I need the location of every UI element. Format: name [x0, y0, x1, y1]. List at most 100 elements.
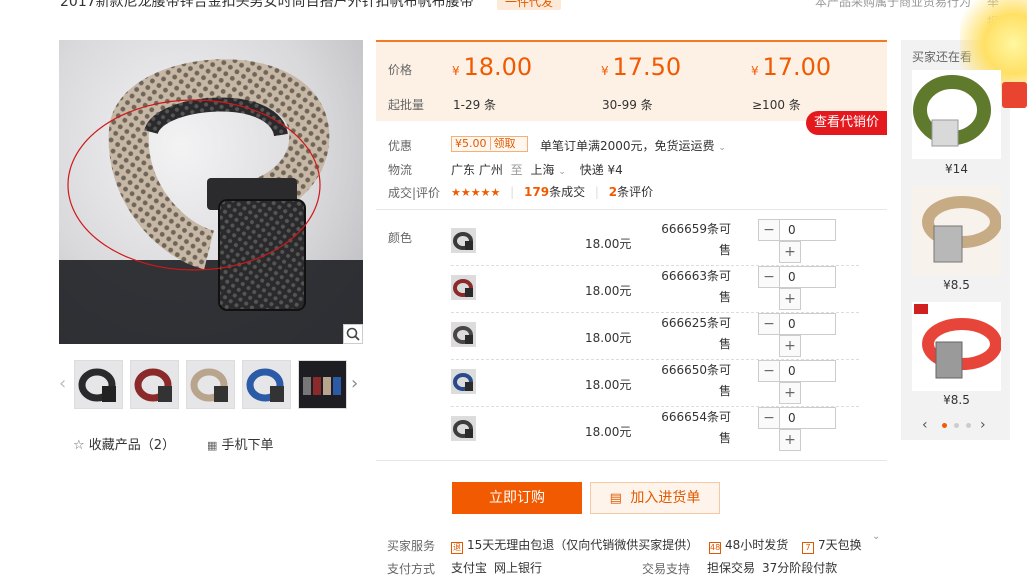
service-48h[interactable]: 48 48小时发货 — [709, 536, 788, 554]
thumb-prev-arrow[interactable]: ‹ — [59, 373, 66, 394]
quantity-input[interactable]: 0 — [779, 219, 836, 241]
sku-price: 18.00元 — [585, 237, 632, 251]
currency-symbol: ¥ — [751, 64, 759, 78]
deal-label: 成交|评价 — [388, 186, 441, 200]
quantity-minus-button[interactable]: − — [758, 266, 780, 288]
currency-symbol: ¥ — [452, 64, 460, 78]
reviews-count[interactable]: 2 — [609, 185, 617, 199]
quantity-plus-button[interactable]: + — [779, 241, 801, 263]
thumbnail-black[interactable] — [74, 360, 123, 409]
sku-thumbnail[interactable] — [451, 322, 476, 347]
rating-stars: ★★★★★ — [451, 186, 501, 199]
carousel-dot[interactable] — [966, 423, 971, 428]
quantity-input[interactable]: 0 — [779, 360, 836, 382]
related-item-price: ¥8.5 — [943, 278, 970, 292]
price-label: 价格 — [388, 63, 413, 77]
sku-price: 18.00元 — [585, 378, 632, 392]
chevron-down-icon: ⌄ — [718, 143, 726, 153]
add-to-cart-label: 加入进货单 — [630, 490, 701, 506]
trade-label: 交易支持 — [642, 562, 691, 576]
quantity-plus-button[interactable]: + — [779, 429, 801, 451]
payment-bank: 网上银行 — [494, 561, 543, 575]
carousel-dot[interactable] — [954, 423, 959, 428]
sku-thumbnail[interactable] — [451, 228, 476, 253]
qr-code-icon: ▦ — [207, 439, 218, 452]
quantity-input[interactable]: 0 — [779, 407, 836, 429]
exchange-icon: 7 — [802, 542, 814, 554]
deals-count[interactable]: 179 — [524, 185, 549, 199]
zoom-button[interactable] — [343, 324, 363, 344]
promo-text-wrap[interactable]: 单笔订单满2000元，免货运运费 ⌄ — [540, 137, 726, 154]
tier-range: ≥100 条 — [752, 98, 801, 112]
chevron-down-icon[interactable]: ⌄ — [558, 167, 566, 177]
mobile-order-button[interactable]: ▦ 手机下单 — [207, 434, 274, 453]
service-exchange[interactable]: 7 7天包换 — [802, 536, 862, 554]
favorite-button[interactable]: ☆ 收藏产品（2） — [73, 434, 175, 453]
quantity-plus-button[interactable]: + — [779, 288, 801, 310]
thumbnail-blue[interactable] — [242, 360, 291, 409]
carousel-dot-active[interactable] — [942, 423, 947, 428]
logistics-label: 物流 — [388, 163, 413, 177]
trade-note: 本产品采购属于商业贸易行为 — [815, 0, 972, 9]
divider — [376, 209, 887, 210]
order-now-button[interactable]: 立即订购 — [452, 482, 582, 514]
sidebar-next-arrow[interactable]: › — [980, 417, 986, 433]
price-value: 17.00 — [762, 53, 832, 81]
star-outline-icon: ☆ — [73, 438, 85, 453]
agent-price-button[interactable]: 查看代销价 — [806, 111, 887, 135]
related-item-image[interactable] — [912, 186, 1001, 275]
ship-from: 广东 广州 — [451, 163, 503, 177]
price-value: 17.50 — [612, 53, 682, 81]
quantity-minus-button[interactable]: − — [758, 360, 780, 382]
sku-thumbnail[interactable] — [451, 416, 476, 441]
price-tier-1: ¥ 18.00 — [452, 53, 532, 81]
service-return-text: 15天无理由包退（仅向代销微供买家提供） — [467, 538, 699, 552]
sku-price: 18.00元 — [585, 284, 632, 298]
thumb-next-arrow[interactable]: › — [351, 373, 358, 394]
chevron-down-icon[interactable]: ⌄ — [872, 531, 880, 542]
thumbnail-multi[interactable] — [298, 360, 347, 409]
currency-symbol: ¥ — [601, 64, 609, 78]
coupon-action: 领取 — [489, 137, 519, 150]
belt-illustration — [59, 59, 363, 344]
order-now-label: 立即订购 — [489, 490, 545, 506]
ship-to[interactable]: 上海 — [531, 163, 555, 177]
divider — [376, 460, 887, 461]
batch-label: 起批量 — [388, 98, 425, 112]
sku-price: 18.00元 — [585, 331, 632, 345]
coupon-button[interactable]: ¥5.00 领取 — [451, 136, 528, 152]
service-return[interactable]: 退 15天无理由包退（仅向代销微供买家提供） — [451, 536, 698, 554]
sidebar-prev-arrow[interactable]: ‹ — [922, 417, 928, 433]
sku-stock: 666625条可售 — [661, 316, 731, 351]
sku-thumbnail[interactable] — [451, 369, 476, 394]
thumbnail-beige[interactable] — [186, 360, 235, 409]
thumbnail-red[interactable] — [130, 360, 179, 409]
sku-stock: 666650条可售 — [661, 363, 731, 398]
ship-to-word: 至 — [510, 163, 523, 177]
add-to-cart-button[interactable]: ▤ 加入进货单 — [590, 482, 720, 514]
quantity-plus-button[interactable]: + — [779, 335, 801, 357]
quantity-input[interactable]: 0 — [779, 266, 836, 288]
price-tier-2: ¥ 17.50 — [601, 53, 681, 81]
price-value: 18.00 — [463, 53, 533, 81]
magnifier-icon — [346, 327, 360, 341]
clipboard-icon: ▤ — [609, 491, 622, 506]
logistics-row: 广东 广州 至 上海 ⌄ 快递 ¥4 — [451, 161, 623, 178]
related-item-image[interactable] — [912, 70, 1001, 159]
sku-thumbnail[interactable] — [451, 275, 476, 300]
main-product-image[interactable] — [59, 40, 363, 344]
gift-icon[interactable] — [1002, 82, 1027, 108]
sku-stock: 666654条可售 — [661, 410, 731, 445]
related-item-price: ¥14 — [945, 162, 968, 176]
quantity-minus-button[interactable]: − — [758, 407, 780, 429]
quantity-input[interactable]: 0 — [779, 313, 836, 335]
service-exchange-text: 7天包换 — [818, 538, 862, 552]
related-item-image[interactable] — [912, 302, 1001, 391]
agent-price-label: 查看代销价 — [813, 115, 879, 130]
quantity-plus-button[interactable]: + — [779, 382, 801, 404]
express-fee: 快递 ¥4 — [579, 163, 623, 177]
tier-range: 30-99 条 — [602, 98, 653, 112]
quantity-minus-button[interactable]: − — [758, 219, 780, 241]
quantity-minus-button[interactable]: − — [758, 313, 780, 335]
related-item-price: ¥8.5 — [943, 393, 970, 407]
